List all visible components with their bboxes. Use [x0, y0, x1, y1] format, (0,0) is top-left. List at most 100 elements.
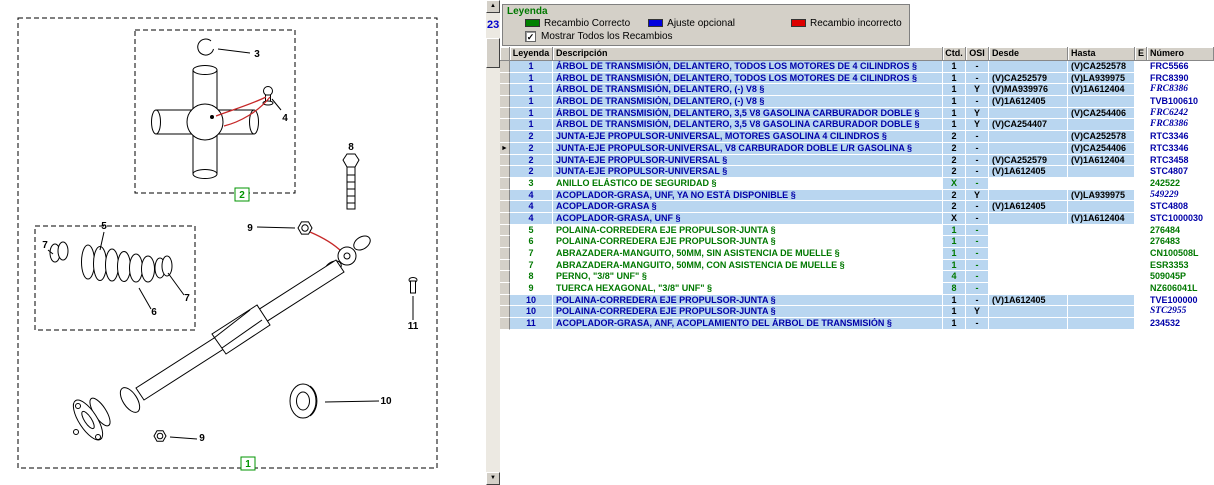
table-row[interactable]: 6POLAINA-CORREDERA EJE PROPULSOR-JUNTA §… [500, 236, 1214, 248]
cell-leyenda: 7 [510, 248, 553, 260]
table-row[interactable]: 9TUERCA HEXAGONAL, "3/8" UNF" §8-NZ60604… [500, 283, 1214, 295]
cell-e [1135, 201, 1147, 213]
row-marker [500, 73, 510, 85]
cell-leyenda: 1 [510, 61, 553, 73]
row-marker [500, 318, 510, 330]
cell-numero: RTC3346 [1147, 143, 1214, 155]
table-row[interactable]: 11ACOPLADOR-GRASA, ANF, ACOPLAMIENTO DEL… [500, 318, 1214, 330]
cell-osi: Y [966, 306, 989, 318]
show-all-row: ✓ Mostrar Todos los Recambios [503, 31, 909, 42]
cell-osi: - [966, 166, 989, 178]
callout-9b: 9 [199, 433, 205, 444]
cell-descripcion: JUNTA-EJE PROPULSOR-UNIVERSAL § [553, 155, 943, 167]
cell-leyenda: 9 [510, 283, 553, 295]
cell-numero: RTC3346 [1147, 131, 1214, 143]
cell-descripcion: ACOPLADOR-GRASA, UNF § [553, 213, 943, 225]
cell-e [1135, 108, 1147, 120]
cell-ctd: 2 [943, 190, 966, 202]
cell-osi: Y [966, 119, 989, 131]
table-row[interactable]: 1ÁRBOL DE TRANSMISIÓN, DELANTERO, 3,5 V8… [500, 108, 1214, 120]
cell-desde [989, 143, 1068, 155]
cell-numero: FRC8390 [1147, 73, 1214, 85]
hotspot-label-2[interactable]: 2 [235, 188, 249, 201]
table-row[interactable]: 2JUNTA-EJE PROPULSOR-UNIVERSAL §2-(V)1A6… [500, 166, 1214, 178]
table-row[interactable]: 1ÁRBOL DE TRANSMISIÓN, DELANTERO, TODOS … [500, 73, 1214, 85]
scroll-up-button[interactable]: ▲ [486, 0, 500, 13]
cell-hasta [1068, 306, 1135, 318]
cell-descripcion: ABRAZADERA-MANGUITO, 50MM, CON ASISTENCI… [553, 260, 943, 272]
table-row[interactable]: 8PERNO, "3/8" UNF" §4-509045P [500, 271, 1214, 283]
callout-7b: 7 [184, 293, 190, 304]
table-row[interactable]: 3ANILLO ELÁSTICO DE SEGURIDAD §X-242522 [500, 178, 1214, 190]
row-marker [500, 248, 510, 260]
boot-assembly [48, 232, 184, 309]
cell-desde [989, 236, 1068, 248]
vertical-scrollbar[interactable]: ▲ ▼ [486, 0, 500, 485]
cell-ctd: 1 [943, 295, 966, 307]
cell-osi: - [966, 96, 989, 108]
cell-hasta: (V)LA939975 [1068, 190, 1135, 202]
table-row[interactable]: 7ABRAZADERA-MANGUITO, 50MM, SIN ASISTENC… [500, 248, 1214, 260]
table-row[interactable]: 1ÁRBOL DE TRANSMISIÓN, DELANTERO, (-) V8… [500, 96, 1214, 108]
cell-descripcion: ÁRBOL DE TRANSMISIÓN, DELANTERO, (-) V8 … [553, 96, 943, 108]
cell-hasta: (V)CA252578 [1068, 131, 1135, 143]
cell-osi: - [966, 61, 989, 73]
table-row[interactable]: 2JUNTA-EJE PROPULSOR-UNIVERSAL, MOTORES … [500, 131, 1214, 143]
callout-11: 11 [408, 321, 419, 332]
row-marker [500, 178, 510, 190]
cell-numero: FRC8386 [1147, 84, 1214, 96]
table-row[interactable]: 10POLAINA-CORREDERA EJE PROPULSOR-JUNTA … [500, 295, 1214, 307]
cell-e [1135, 306, 1147, 318]
table-row[interactable]: 4ACOPLADOR-GRASA, UNF §X-(V)1A612404STC1… [500, 213, 1214, 225]
table-row[interactable]: 4ACOPLADOR-GRASA §2-(V)1A612405STC4808 [500, 201, 1214, 213]
scrollbar-thumb[interactable] [486, 38, 500, 68]
hotspot-label-1[interactable]: 1 [241, 457, 255, 470]
show-all-checkbox[interactable]: ✓ [525, 31, 536, 42]
table-row[interactable]: 7ABRAZADERA-MANGUITO, 50MM, CON ASISTENC… [500, 260, 1214, 272]
cell-ctd: 1 [943, 108, 966, 120]
row-marker [500, 119, 510, 131]
cell-leyenda: 10 [510, 295, 553, 307]
cell-leyenda: 2 [510, 131, 553, 143]
cell-descripcion: ACOPLADOR-GRASA § [553, 201, 943, 213]
table-row[interactable]: 5POLAINA-CORREDERA EJE PROPULSOR-JUNTA §… [500, 225, 1214, 237]
cell-descripcion: ÁRBOL DE TRANSMISIÓN, DELANTERO, TODOS L… [553, 61, 943, 73]
cell-leyenda: 10 [510, 306, 553, 318]
cell-descripcion: ÁRBOL DE TRANSMISIÓN, DELANTERO, 3,5 V8 … [553, 108, 943, 120]
table-row[interactable]: 1ÁRBOL DE TRANSMISIÓN, DELANTERO, (-) V8… [500, 84, 1214, 96]
cell-descripcion: JUNTA-EJE PROPULSOR-UNIVERSAL, V8 CARBUR… [553, 143, 943, 155]
cell-hasta: (V)CA252578 [1068, 61, 1135, 73]
header-marker [500, 47, 510, 61]
table-row[interactable]: 2JUNTA-EJE PROPULSOR-UNIVERSAL §2-(V)CA2… [500, 155, 1214, 167]
scroll-down-button[interactable]: ▼ [486, 472, 500, 485]
cell-desde [989, 225, 1068, 237]
legend-panel: Leyenda Recambio CorrectoAjuste opcional… [502, 4, 910, 46]
cell-leyenda: 2 [510, 155, 553, 167]
cell-leyenda: 1 [510, 119, 553, 131]
cell-numero: STC1000030 [1147, 213, 1214, 225]
cell-e [1135, 248, 1147, 260]
header-e: E [1135, 47, 1147, 61]
cell-osi: - [966, 236, 989, 248]
cell-desde [989, 318, 1068, 330]
row-marker [500, 283, 510, 295]
cell-descripcion: POLAINA-CORREDERA EJE PROPULSOR-JUNTA § [553, 306, 943, 318]
cell-numero: STC2955 [1147, 306, 1214, 318]
table-row[interactable]: 4ACOPLADOR-GRASA, UNF, YA NO ESTÁ DISPON… [500, 190, 1214, 202]
table-row[interactable]: 1ÁRBOL DE TRANSMISIÓN, DELANTERO, TODOS … [500, 61, 1214, 73]
table-row[interactable]: ►2JUNTA-EJE PROPULSOR-UNIVERSAL, V8 CARB… [500, 143, 1214, 155]
table-row[interactable]: 1ÁRBOL DE TRANSMISIÓN, DELANTERO, 3,5 V8… [500, 119, 1214, 131]
cell-ctd: 8 [943, 283, 966, 295]
cell-numero: NZ606041L [1147, 283, 1214, 295]
cell-desde [989, 178, 1068, 190]
cell-ctd: 1 [943, 73, 966, 85]
cell-descripcion: JUNTA-EJE PROPULSOR-UNIVERSAL, MOTORES G… [553, 131, 943, 143]
cell-numero: ESR3353 [1147, 260, 1214, 272]
row-marker [500, 96, 510, 108]
callout-3: 3 [254, 49, 260, 60]
table-row[interactable]: 10POLAINA-CORREDERA EJE PROPULSOR-JUNTA … [500, 306, 1214, 318]
cell-hasta [1068, 119, 1135, 131]
circlip [198, 39, 250, 55]
cell-osi: - [966, 295, 989, 307]
row-marker [500, 213, 510, 225]
